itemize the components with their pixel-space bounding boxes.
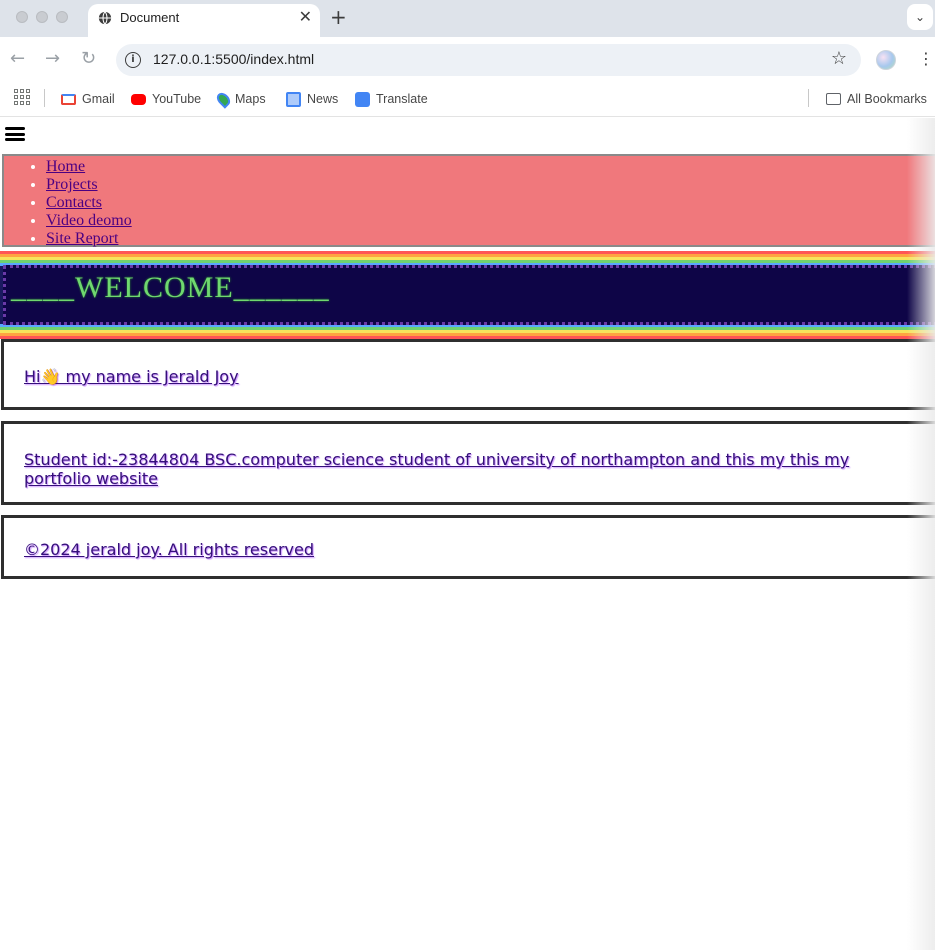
footer-card: ©2024 jerald joy. All rights reserved	[1, 515, 935, 579]
reload-button[interactable]: ↻	[81, 47, 96, 71]
bookmark-translate[interactable]: Translate	[355, 89, 428, 109]
folder-icon	[826, 93, 841, 105]
bookmark-news[interactable]: News	[286, 89, 338, 109]
news-icon	[286, 91, 301, 107]
about-card: Student id:-23844804 BSC.computer scienc…	[1, 421, 935, 505]
globe-icon	[98, 11, 112, 25]
nav-item-contacts: Contacts	[46, 194, 935, 212]
back-button[interactable]: ←	[10, 47, 25, 71]
maximize-window-button[interactable]	[56, 11, 68, 23]
tab-title: Document	[120, 10, 180, 25]
browser-toolbar: ← → ↻ i 127.0.0.1:5500/index.html ☆ ⋮	[0, 37, 935, 83]
bookmark-label: YouTube	[152, 92, 202, 106]
maps-icon	[214, 89, 233, 109]
bookmark-label: Translate	[376, 92, 428, 106]
bookmark-maps[interactable]: Maps	[214, 89, 266, 109]
all-bookmarks-label: All Bookmarks	[847, 92, 927, 106]
browser-menu-icon[interactable]: ⋮	[918, 50, 934, 68]
address-bar[interactable]: i 127.0.0.1:5500/index.html ☆	[116, 44, 861, 76]
new-tab-button[interactable]: +	[330, 5, 347, 29]
nav-item-home: Home	[46, 158, 935, 176]
nav-link-site-report[interactable]: Site Report	[46, 230, 118, 247]
all-bookmarks-button[interactable]: All Bookmarks	[826, 89, 927, 109]
welcome-banner-inner: ____WELCOME______	[3, 265, 935, 325]
profile-avatar[interactable]	[876, 50, 896, 70]
gmail-icon	[61, 93, 76, 105]
forward-button[interactable]: →	[45, 47, 60, 71]
site-info-icon[interactable]: i	[125, 52, 141, 68]
nav-link-home[interactable]: Home	[46, 158, 85, 175]
bookmarks-divider	[808, 89, 809, 107]
hamburger-menu-icon[interactable]	[5, 127, 25, 141]
welcome-heading: ____WELCOME______	[11, 271, 330, 304]
minimize-window-button[interactable]	[36, 11, 48, 23]
greeting-card: Hi👋 my name is Jerald Joy	[1, 339, 935, 410]
nav-item-site-report: Site Report	[46, 230, 935, 248]
bookmark-label: News	[307, 92, 339, 106]
about-text: Student id:-23844804 BSC.computer scienc…	[24, 450, 850, 488]
nav-item-video-demo: Video deomo	[46, 212, 935, 230]
nav-link-projects[interactable]: Projects	[46, 176, 98, 193]
bookmark-label: Gmail	[82, 92, 115, 106]
greeting-text: Hi👋 my name is Jerald Joy	[24, 367, 239, 386]
welcome-banner: ____WELCOME______	[0, 251, 935, 339]
youtube-icon	[131, 93, 146, 105]
url-text[interactable]: 127.0.0.1:5500/index.html	[153, 51, 314, 67]
close-tab-icon[interactable]: ✕	[299, 8, 312, 26]
tab-search-button[interactable]: ⌄	[907, 4, 933, 30]
page-viewport: Home Projects Contacts Video deomo Site …	[0, 118, 935, 950]
bookmark-star-icon[interactable]: ☆	[831, 48, 847, 69]
footer-text: ©2024 jerald joy. All rights reserved	[24, 540, 314, 559]
nav-link-contacts[interactable]: Contacts	[46, 194, 102, 211]
apps-grid-icon[interactable]	[14, 89, 30, 105]
bookmark-label: Maps	[235, 92, 266, 106]
browser-tab-bar: Document ✕ + ⌄	[0, 0, 935, 37]
nav-menu: Home Projects Contacts Video deomo Site …	[2, 154, 935, 247]
nav-link-video-demo[interactable]: Video deomo	[46, 212, 132, 229]
bookmarks-divider	[44, 89, 45, 107]
bookmark-gmail[interactable]: Gmail	[61, 89, 115, 109]
translate-icon	[355, 91, 370, 107]
bookmarks-bar: Gmail YouTube Maps News Translate All Bo…	[0, 83, 935, 117]
tab-document[interactable]: Document ✕	[88, 4, 320, 37]
nav-item-projects: Projects	[46, 176, 935, 194]
close-window-button[interactable]	[16, 11, 28, 23]
bookmark-youtube[interactable]: YouTube	[131, 89, 201, 109]
